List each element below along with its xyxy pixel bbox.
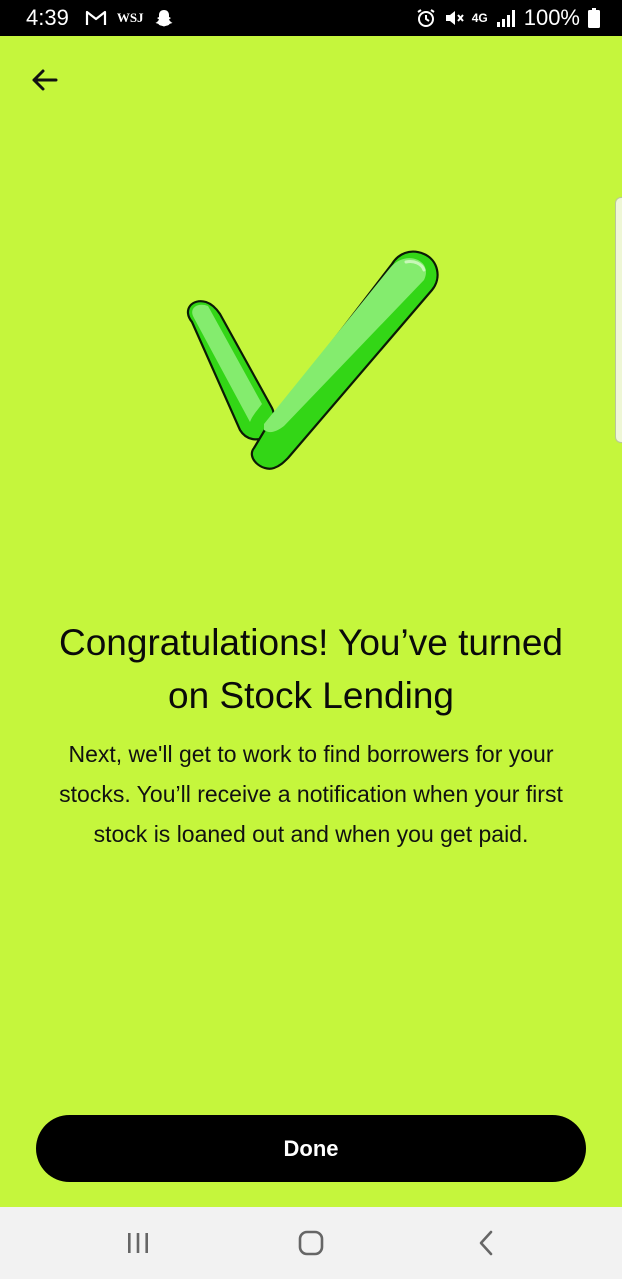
wsj-icon: WSJ: [116, 10, 144, 25]
network-icon: 4G: [472, 11, 488, 25]
alarm-icon: [416, 8, 436, 28]
back-nav-button[interactable]: [446, 1207, 526, 1279]
mute-icon: [444, 8, 464, 28]
home-icon: [298, 1230, 324, 1256]
stock-lending-confirmation-screen: 4:39 WSJ 4G 100% Congratulations! You’ve…: [0, 0, 622, 1279]
recent-apps-icon: [126, 1232, 150, 1254]
system-navigation-bar: [0, 1207, 622, 1279]
confirmation-description: Next, we'll get to work to find borrower…: [59, 741, 563, 847]
back-nav-icon: [478, 1230, 494, 1256]
snapchat-icon: [154, 8, 174, 28]
checkmark-icon: [170, 240, 460, 480]
signal-icon: [496, 9, 516, 27]
gmail-icon: [85, 10, 107, 27]
network-label: 4G: [471, 11, 488, 25]
home-button[interactable]: [271, 1207, 351, 1279]
status-bar: 4:39 WSJ 4G 100%: [0, 0, 622, 36]
done-button[interactable]: Done: [36, 1115, 586, 1182]
confirmation-title: Congratulations! You’ve turned on Stock …: [59, 622, 563, 716]
battery-percentage: 100%: [523, 5, 580, 30]
arrow-left-icon: [30, 68, 58, 92]
edge-panel-handle[interactable]: [615, 197, 622, 443]
back-button[interactable]: [24, 60, 64, 100]
battery-icon: [588, 8, 600, 28]
recent-apps-button[interactable]: [98, 1207, 178, 1279]
status-time: 4:39: [26, 5, 69, 30]
